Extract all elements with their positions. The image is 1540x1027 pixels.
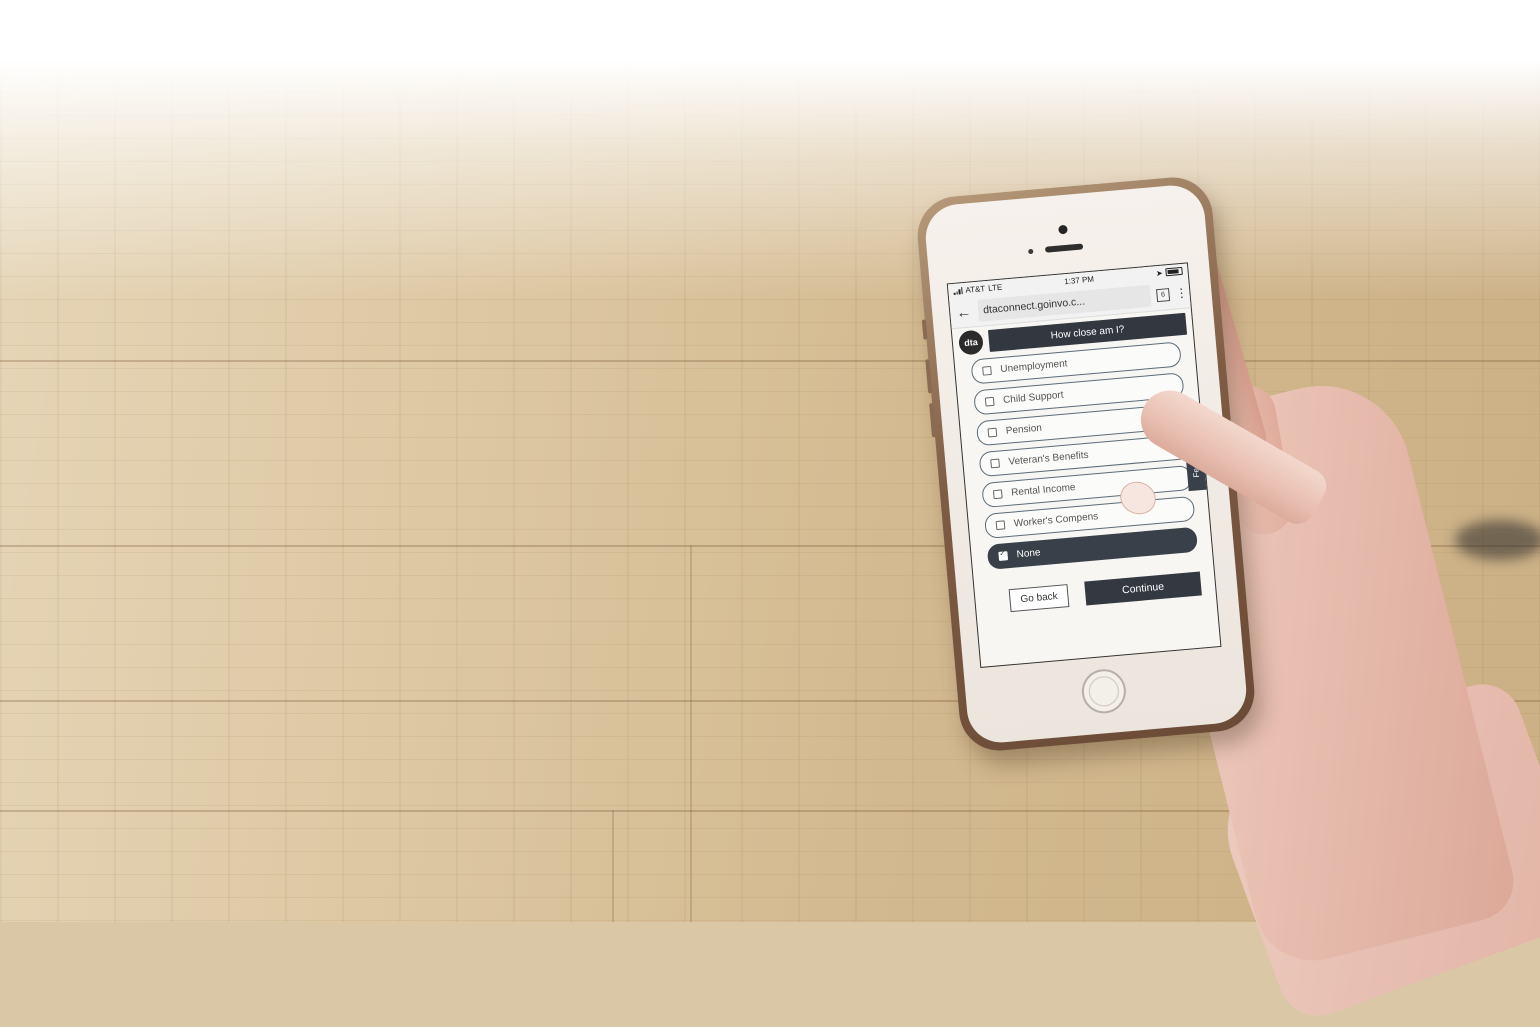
table-stain (1455, 520, 1540, 560)
continue-button[interactable]: Continue (1084, 571, 1202, 606)
vertical-dots-icon[interactable]: ⋮ (1175, 286, 1188, 301)
option-label: None (1016, 547, 1041, 561)
option-label: Veteran's Benefits (1008, 449, 1090, 468)
front-camera (1058, 224, 1068, 235)
arrow-left-icon[interactable]: ← (956, 303, 973, 321)
phone-side-button (921, 319, 928, 340)
option-label: Rental Income (1010, 482, 1076, 499)
plank-joint (612, 810, 614, 922)
checkbox-icon[interactable] (982, 365, 992, 376)
tab-count-button[interactable]: 6 (1155, 287, 1171, 302)
home-button[interactable] (1080, 667, 1128, 716)
checkbox-icon[interactable] (984, 396, 995, 407)
dta-logo[interactable]: dta (957, 329, 984, 356)
location-icon: ➤ (1155, 268, 1164, 278)
plank-joint (690, 545, 692, 922)
go-back-button[interactable]: Go back (1008, 583, 1070, 612)
phone-screen: AT&T LTE 1:37 PM ➤ ← dtaconnect.goinvo.c… (946, 262, 1222, 668)
option-label: Child Support (1002, 389, 1064, 406)
clock: 1:37 PM (1063, 274, 1095, 286)
option-label: Unemployment (999, 358, 1068, 376)
checkbox-icon[interactable] (990, 458, 1000, 469)
option-label: Worker's Compens (1013, 511, 1099, 530)
earpiece-speaker (1044, 243, 1084, 253)
carrier-label: AT&T (964, 283, 986, 295)
checkbox-icon[interactable] (992, 489, 1003, 500)
signal-icon (953, 286, 963, 295)
option-label: Pension (1005, 422, 1043, 437)
battery-icon (1165, 266, 1183, 277)
network-label: LTE (987, 282, 1003, 293)
checkbox-icon[interactable] (987, 427, 998, 438)
proximity-sensor (1028, 248, 1034, 255)
checkbox-checked-icon[interactable] (998, 551, 1009, 561)
checkbox-icon[interactable] (995, 520, 1006, 531)
plank-seam (0, 360, 1540, 362)
